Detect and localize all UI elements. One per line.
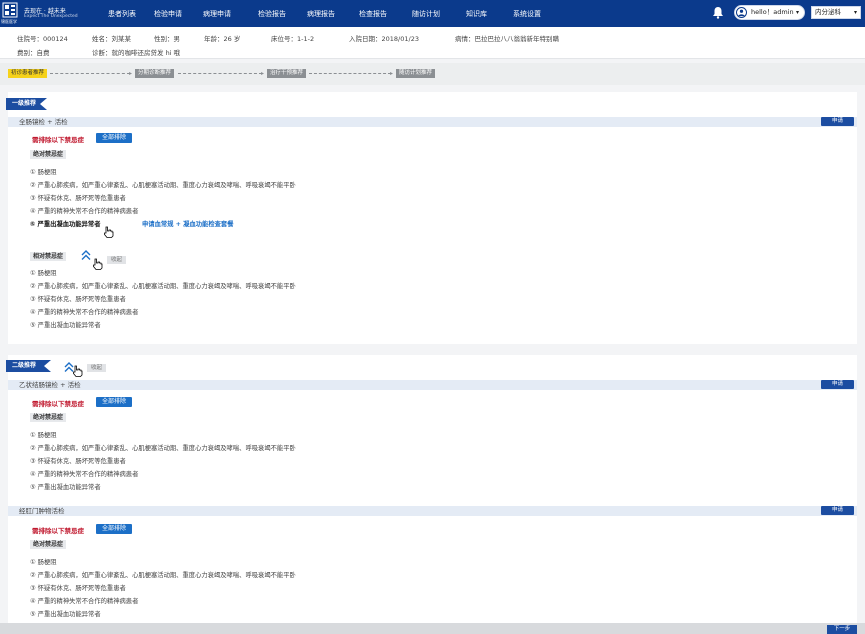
step-connector [50, 73, 130, 74]
step-treatment[interactable]: 治疗干预推荐 [267, 69, 307, 78]
patient-age: 年龄：26 岁 [204, 35, 241, 43]
nav-patient-list[interactable]: 患者列表 [108, 9, 136, 19]
nav-exam-report[interactable]: 检查报告 [359, 9, 387, 19]
exclude-title: 需排除以下禁忌症 [32, 136, 84, 144]
absolute-contraindication-tag: 绝对禁忌症 [30, 413, 67, 422]
avatar-icon [736, 7, 747, 18]
admission-number: 住院号：000124 [17, 35, 68, 43]
list-item: ③ 怀疑有休克、肠坏死等危重患者 [30, 195, 126, 202]
step-connector [178, 73, 262, 74]
absolute-contraindication-tag: 绝对禁忌症 [30, 540, 67, 549]
absolute-contraindication-tag: 绝对禁忌症 [30, 150, 67, 159]
diagnosis: 诊断：就的咖啡还房贷发 hi 哦 [92, 49, 181, 57]
list-item: ③ 怀疑有休克、肠坏死等危重患者 [30, 585, 126, 592]
user-greeting: hello！admin [751, 8, 794, 16]
level2-panel: 二级推荐 收起 乙状结肠镜检 + 活检 申请 需排除以下禁忌症 全部排除 绝对禁… [6, 355, 857, 623]
arrow-right-icon: ▸ [261, 70, 265, 77]
exclude-all-button[interactable]: 全部排除 [96, 524, 132, 534]
step-initial[interactable]: 初诊患者推荐 [8, 69, 48, 78]
condition: 病情：巴拉巴拉八八翁翁新年特别瞒 [455, 35, 559, 43]
hand-cursor-icon [104, 226, 114, 238]
level2-label: 二级推荐 [12, 362, 37, 369]
admit-date: 入院日期：2018/01/23 [349, 35, 419, 43]
list-item: ⑤ 严重出凝血功能异常者 [30, 611, 101, 618]
top-nav: 锦医医学 去现在 · 越未来 Expect The Unexpected 患者列… [0, 0, 865, 27]
level2-section-header: 乙状结肠镜检 + 活检 申请 [8, 380, 857, 390]
department-select[interactable]: 内分泌科 ▾ [811, 6, 861, 19]
hand-cursor-icon [73, 365, 83, 377]
section-title: 乙状结肠镜检 + 活检 [19, 381, 81, 389]
list-item: ④ 严重的精神失常不合作的精神病患者 [30, 598, 139, 605]
chevron-down-icon: ▾ [795, 9, 799, 16]
apply-blood-panel-link[interactable]: 申请血常规 + 凝血功能检查套餐 [142, 219, 234, 228]
level2-ribbon: 二级推荐 [6, 360, 51, 372]
arrow-right-icon: ▸ [129, 70, 133, 77]
exclude-all-button[interactable]: 全部排除 [96, 133, 132, 143]
logo-text: 锦医医学 [1, 19, 17, 24]
exclude-title: 需排除以下禁忌症 [32, 400, 84, 408]
list-item: ⑤ 严重出凝血功能异常者 [30, 221, 101, 228]
apply-button[interactable]: 申请 [821, 117, 854, 126]
nav-system-settings[interactable]: 系统设置 [513, 9, 541, 19]
hand-cursor-icon [93, 258, 103, 270]
level2-section-header: 经肛门肿物活检 申请 [8, 506, 857, 516]
fee-type: 费别：自费 [17, 49, 50, 57]
nav-lab-report[interactable]: 检验报告 [258, 9, 286, 19]
slogan-en: Expect The Unexpected [24, 14, 78, 19]
step-followup[interactable]: 随访计划推荐 [396, 69, 436, 78]
list-item: ② 严重心肺疾病，如严重心律紊乱、心肌梗塞活动期、重度心力衰竭及哮喘、呼吸衰竭不… [30, 445, 296, 452]
user-menu[interactable]: hello！admin ▾ [734, 5, 805, 20]
collapse-button[interactable]: 收起 [87, 364, 107, 372]
level1-label: 一级推荐 [12, 100, 37, 107]
workflow-steps: 初诊患者推荐 ▸ 分期诊断推荐 ▸ 治疗干预推荐 ▸ 随访计划推荐 [0, 63, 865, 85]
bottom-bar: 下一步 [0, 623, 865, 634]
list-item: ① 肠梗阻 [30, 270, 57, 277]
list-item: ④ 严重的精神失常不合作的精神病患者 [30, 471, 139, 478]
list-item: ① 肠梗阻 [30, 559, 57, 566]
list-item: ⑤ 严重出凝血功能异常者 [30, 484, 101, 491]
nav-lab-request[interactable]: 检验申请 [154, 9, 182, 19]
step-staging[interactable]: 分期诊断推荐 [135, 69, 175, 78]
list-item: ① 肠梗阻 [30, 169, 57, 176]
patient-gender: 性别：男 [154, 35, 180, 43]
relative-contraindication-tag: 相对禁忌症 [30, 252, 67, 261]
list-item: ② 严重心肺疾病，如严重心律紊乱、心肌梗塞活动期、重度心力衰竭及哮喘、呼吸衰竭不… [30, 182, 296, 189]
list-item: ④ 严重的精神失常不合作的精神病患者 [30, 208, 139, 215]
collapse-button[interactable]: 收起 [107, 256, 127, 264]
step-connector [309, 73, 391, 74]
list-item: ② 严重心肺疾病，如严重心律紊乱、心肌梗塞活动期、重度心力衰竭及哮喘、呼吸衰竭不… [30, 283, 296, 290]
chevron-down-icon: ▾ [853, 9, 857, 16]
nav-knowledge-base[interactable]: 知识库 [466, 9, 487, 19]
section-title: 经肛门肿物活检 [19, 507, 65, 515]
apply-button[interactable]: 申请 [821, 506, 854, 515]
apply-button[interactable]: 申请 [821, 380, 854, 389]
exclude-all-button[interactable]: 全部排除 [96, 397, 132, 407]
list-item: ② 严重心肺疾病，如严重心律紊乱、心肌梗塞活动期、重度心力衰竭及哮喘、呼吸衰竭不… [30, 572, 296, 579]
bed-number: 床位号：1-1-2 [271, 35, 315, 43]
level1-panel: 一级推荐 全肠镜检 + 活检 申请 需排除以下禁忌症 全部排除 绝对禁忌症 ① … [6, 92, 857, 344]
section-title: 全肠镜检 + 活检 [19, 118, 68, 126]
list-item: ① 肠梗阻 [30, 432, 57, 439]
nav-pathology-report[interactable]: 病理报告 [307, 9, 335, 19]
arrow-right-icon: ▸ [390, 70, 394, 77]
list-item: ④ 严重的精神失常不合作的精神病患者 [30, 309, 139, 316]
nav-followup-plan[interactable]: 随访计划 [412, 9, 440, 19]
patient-name: 姓名：刘某某 [92, 35, 131, 43]
bell-icon[interactable] [712, 6, 724, 19]
list-item: ③ 怀疑有休克、肠坏死等危重患者 [30, 296, 126, 303]
level1-ribbon: 一级推荐 [6, 98, 47, 110]
nav-pathology-request[interactable]: 病理申请 [203, 9, 231, 19]
department-value: 内分泌科 [815, 8, 841, 16]
list-item: ③ 怀疑有休克、肠坏死等危重患者 [30, 458, 126, 465]
patient-info: 住院号：000124 姓名：刘某某 性别：男 年龄：26 岁 床位号：1-1-2… [0, 27, 865, 59]
chevron-up-icon[interactable] [81, 250, 91, 261]
next-step-button[interactable]: 下一步 [827, 625, 857, 634]
level1-section-header: 全肠镜检 + 活检 申请 [8, 117, 857, 127]
list-item: ⑤ 严重出凝血功能异常者 [30, 322, 101, 329]
exclude-title: 需排除以下禁忌症 [32, 527, 84, 535]
